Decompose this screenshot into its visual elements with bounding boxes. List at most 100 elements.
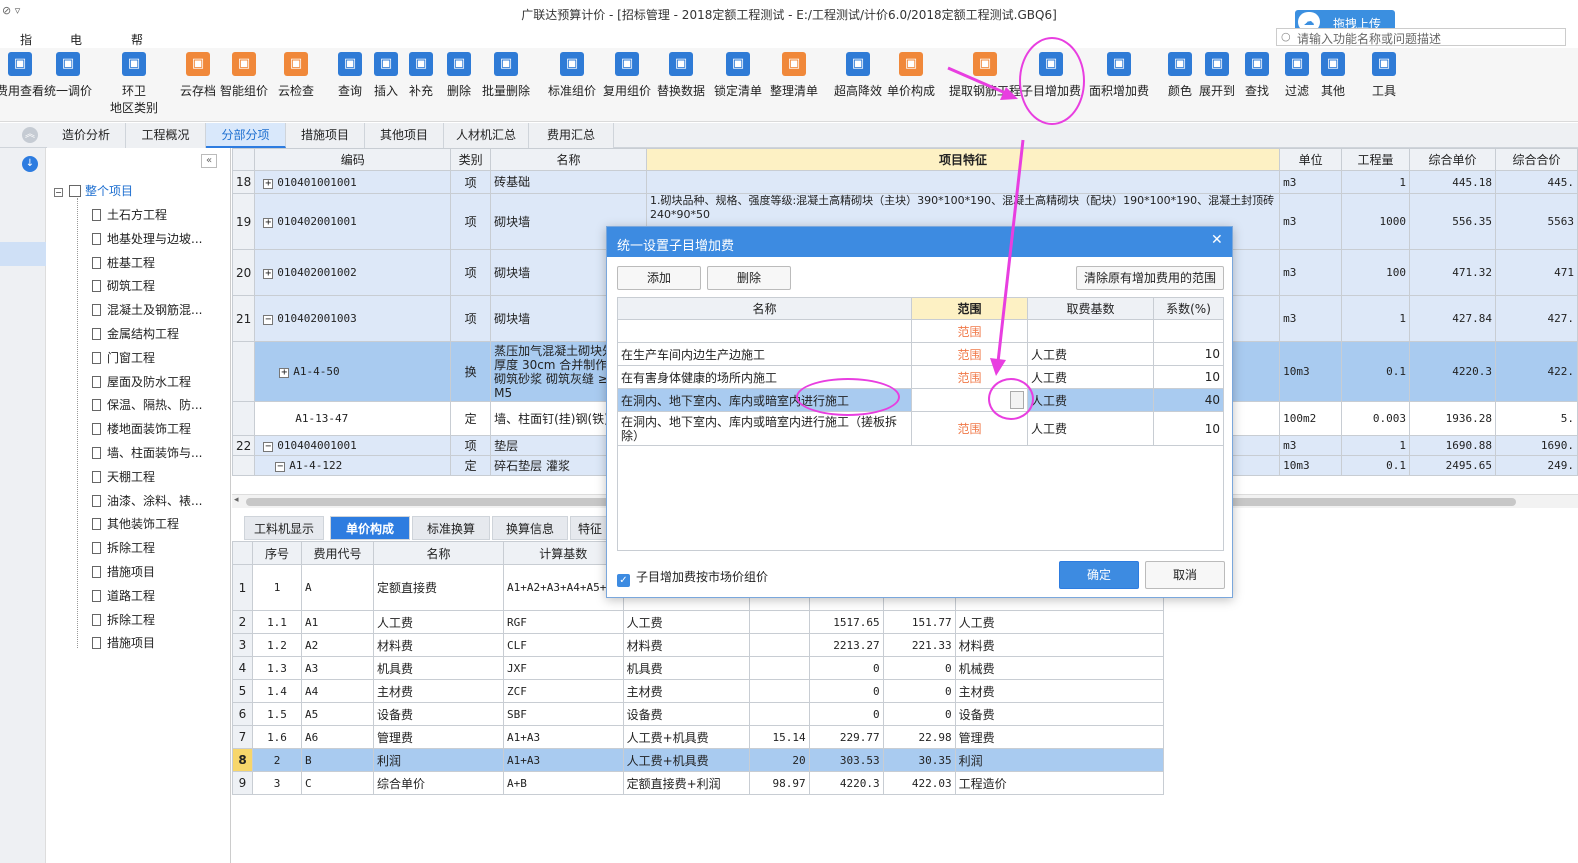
price-cell[interactable]: A: [301, 564, 374, 611]
price-cell[interactable]: 3: [252, 771, 302, 795]
price-cell[interactable]: 机具费: [622, 656, 750, 680]
price-cell[interactable]: 1: [252, 564, 302, 611]
price-row[interactable]: 9 3 C 综合单价 A+B 定额直接费+利润 98.97 4220.3 422.03 工程造价: [232, 771, 1164, 795]
price-cell[interactable]: A1+A3: [503, 748, 624, 772]
tab-labor-material-display[interactable]: 工料机显示: [244, 516, 324, 540]
price-cell[interactable]: 工程造价: [954, 771, 1164, 795]
price-cell[interactable]: 221.33: [882, 633, 956, 657]
price-cell[interactable]: 设备费: [373, 702, 504, 726]
range-cell[interactable]: 范围: [911, 319, 1028, 343]
fee-name-cell[interactable]: 在生产车间内边生产边施工: [617, 342, 912, 366]
collapse-box-icon[interactable]: −: [54, 188, 63, 197]
price-cell[interactable]: 0: [808, 702, 884, 726]
tab-sub-items[interactable]: 分部分项: [206, 123, 286, 148]
tree-root[interactable]: − 整个项目: [54, 182, 133, 199]
price-cell[interactable]: A2: [301, 633, 374, 657]
range-link[interactable]: 范围: [957, 325, 981, 339]
price-cell[interactable]: [748, 702, 810, 726]
download-icon[interactable]: ↓: [22, 156, 38, 172]
price-row[interactable]: 4 1.3 A3 机具费 JXF 机具费 0 0 机械费: [232, 656, 1164, 680]
tree-item[interactable]: 门窗工程: [92, 349, 155, 366]
tab-features[interactable]: 特征: [570, 516, 610, 540]
toolbar-batch-delete-button[interactable]: ▣ 批量删除: [468, 52, 544, 99]
quantity-cell[interactable]: 1: [1341, 170, 1411, 194]
price-cell[interactable]: 机械费: [954, 656, 1164, 680]
price-cell[interactable]: [748, 610, 810, 634]
type-cell[interactable]: 换: [450, 341, 492, 402]
price-cell[interactable]: 2213.27: [808, 633, 884, 657]
price-cell[interactable]: A6: [301, 725, 374, 749]
col-header-unit[interactable]: 单位: [1279, 148, 1343, 171]
price-cell[interactable]: 15.14: [748, 725, 810, 749]
col-header-type[interactable]: 类别: [450, 148, 492, 171]
tab-measures[interactable]: 措施项目: [286, 123, 365, 148]
type-cell[interactable]: 项: [450, 435, 492, 456]
fee-base-cell[interactable]: 人工费: [1027, 411, 1154, 446]
toolbar-unit-price-button[interactable]: ▣ 单价构成: [873, 52, 949, 99]
tree-item[interactable]: 土石方工程: [92, 206, 167, 223]
quantity-cell[interactable]: 0.003: [1341, 401, 1411, 436]
tree-item[interactable]: 墙、柱面装饰与...: [92, 444, 202, 461]
collapse-icon[interactable]: ︽: [22, 127, 38, 143]
tree-item[interactable]: 保温、隔热、防...: [92, 396, 202, 413]
price-cell[interactable]: 人工费+机具费: [622, 748, 750, 772]
fee-base-cell[interactable]: 人工费: [1027, 365, 1154, 389]
fee-row[interactable]: 在洞内、地下室内、库内或暗室内进行施工 人工费 40: [617, 388, 1224, 412]
toolbar-extract-button[interactable]: ▣ 提取钢筋工程: [947, 52, 1023, 99]
scroll-left-icon[interactable]: ◂: [234, 495, 239, 505]
quantity-cell[interactable]: 100: [1341, 249, 1411, 296]
price-cell[interactable]: 人工费: [373, 610, 504, 634]
price-cell[interactable]: 4220.3: [808, 771, 884, 795]
price-cell[interactable]: 1.3: [252, 656, 302, 680]
price-cell[interactable]: 人工费: [954, 610, 1164, 634]
price-cell[interactable]: 管理费: [954, 725, 1164, 749]
price-row[interactable]: 7 1.6 A6 管理费 A1+A3 人工费+机具费 15.14 229.77 22.98 管理费: [232, 725, 1164, 749]
ok-button[interactable]: 确定: [1059, 561, 1139, 589]
close-icon[interactable]: ✕: [1211, 232, 1223, 248]
price-cell[interactable]: 管理费: [373, 725, 504, 749]
price-cell[interactable]: 0: [882, 702, 956, 726]
price-row[interactable]: 6 1.5 A5 设备费 SBF 设备费 0 0 设备费: [232, 702, 1164, 726]
name-cell[interactable]: 砖基础: [490, 170, 647, 194]
price-cell[interactable]: 2: [252, 748, 302, 772]
tree-item[interactable]: 地基处理与边坡...: [92, 230, 202, 247]
add-button[interactable]: 添加: [617, 266, 701, 290]
quantity-cell[interactable]: 0.1: [1341, 455, 1411, 476]
col-header-feature[interactable]: 项目特征: [645, 148, 1281, 171]
quantity-cell[interactable]: 0.1: [1341, 341, 1411, 402]
price-cell[interactable]: 1517.65: [808, 610, 884, 634]
grid-row[interactable]: 18 +010401001001 项砖基础 m3 1 445.18 445.: [231, 170, 1578, 194]
unit-cell[interactable]: m3: [1279, 435, 1343, 456]
tab-standard-conversion[interactable]: 标准换算: [412, 516, 490, 540]
price-cell[interactable]: C: [301, 771, 374, 795]
collapse-icon[interactable]: −: [275, 462, 286, 472]
fee-row[interactable]: 在洞内、地下室内、库内或暗室内进行施工（搓板拆除） 范围 人工费 10: [617, 411, 1224, 446]
price-cell[interactable]: 机具费: [373, 656, 504, 680]
code-cell[interactable]: + A1-4-50: [254, 341, 452, 402]
price-cell[interactable]: 422.03: [882, 771, 956, 795]
col-header-name[interactable]: 名称: [490, 148, 647, 171]
price-row[interactable]: 5 1.4 A4 主材费 ZCF 主材费 0 0 主材费: [232, 679, 1164, 703]
range-link[interactable]: 范围: [957, 348, 981, 362]
price-cell[interactable]: 主材费: [954, 679, 1164, 703]
tab-labor-material-summary[interactable]: 人材机汇总: [444, 123, 529, 148]
price-cell[interactable]: ZCF: [503, 679, 624, 703]
price-cell[interactable]: A+B: [503, 771, 624, 795]
tree-item[interactable]: 屋面及防水工程: [92, 373, 191, 390]
coefficient-cell[interactable]: [1153, 319, 1224, 343]
price-cell[interactable]: [748, 633, 810, 657]
code-cell[interactable]: −010404001001: [254, 435, 452, 456]
type-cell[interactable]: 项: [450, 295, 492, 342]
price-cell[interactable]: B: [301, 748, 374, 772]
price-cell[interactable]: 20: [748, 748, 810, 772]
fee-base-cell[interactable]: 人工费: [1027, 342, 1154, 366]
tree-item[interactable]: 拆除工程: [92, 539, 155, 556]
type-cell[interactable]: 项: [450, 170, 492, 194]
price-row[interactable]: 8 2 B 利润 A1+A3 人工费+机具费 20 303.53 30.35 利润: [232, 748, 1164, 772]
price-cell[interactable]: A5: [301, 702, 374, 726]
fee-name-cell[interactable]: [617, 319, 912, 343]
clear-range-button[interactable]: 清除原有增加费用的范围: [1076, 266, 1224, 290]
price-cell[interactable]: 1.2: [252, 633, 302, 657]
price-cell[interactable]: 设备费: [622, 702, 750, 726]
price-cell[interactable]: 151.77: [882, 610, 956, 634]
